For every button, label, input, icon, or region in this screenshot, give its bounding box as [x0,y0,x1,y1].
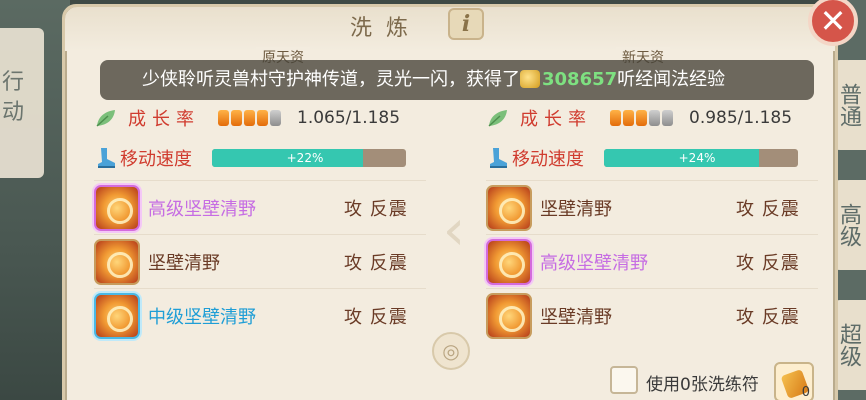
skill-type: 攻 反震 [736,252,800,274]
skill-icon [486,292,532,339]
skill-icon [486,238,532,285]
skill-row[interactable]: 高级坚壁清野 攻 反震 [94,180,426,234]
growth-pip [231,110,242,126]
growth-pip [610,110,621,126]
swirl-icon[interactable]: ◎ [432,332,470,370]
skill-icon [486,184,532,231]
use-scroll-checkbox[interactable] [610,366,638,394]
growth-label: 成长率 [520,109,592,130]
skill-row[interactable]: 坚壁清野 攻 反震 [94,234,426,288]
growth-pip [649,110,660,126]
toast-message: 少侠聆听灵兽村守护神传道，灵光一闪，获得了 308657听经闻法经验 [100,60,814,100]
new-attributes-column: 成长率 0.985/1.185 移动速度 +24% 坚壁清野 攻 反震 高级坚壁… [486,100,818,342]
skill-name: 中级坚壁清野 [148,306,256,328]
skill-name: 坚壁清野 [540,198,612,220]
skill-name: 坚壁清野 [148,252,220,274]
skill-row[interactable]: 坚壁清野 攻 反震 [486,288,818,342]
skill-type: 攻 反震 [736,306,800,328]
growth-pip [244,110,255,126]
growth-value: 0.985/1.185 [689,108,793,128]
toast-suffix: 听经闻法经验 [617,69,726,90]
leaf-icon [96,110,115,127]
boot-icon [98,148,115,168]
speed-label: 移动速度 [120,149,192,170]
skill-name: 高级坚壁清野 [540,252,648,274]
scroll-count: 0 [801,385,810,400]
skill-type: 攻 反震 [344,198,408,220]
skill-type: 攻 反震 [344,252,408,274]
side-tab-normal-label: 普通 [836,83,861,127]
toast-prefix: 少侠聆听灵兽村守护神传道，灵光一闪，获得了 [142,69,520,90]
speed-bar: +24% [604,149,798,167]
side-tab-super-label: 超级 [836,323,861,367]
growth-row: 成长率 0.985/1.185 [486,100,818,136]
info-icon: i [461,11,471,37]
background-left-text: 行动 [2,70,25,125]
growth-value: 1.065/1.185 [297,108,401,128]
original-attributes-column: 成长率 1.065/1.185 移动速度 +22% 高级坚壁清野 攻 反震 坚壁… [94,100,426,342]
skill-name: 坚壁清野 [540,306,612,328]
side-tab-advanced-label: 高级 [836,203,861,247]
use-scroll-label: 使用0张洗练符 [646,375,759,395]
growth-pip [218,110,229,126]
speed-row: 移动速度 +24% [486,136,818,180]
growth-pips [610,110,673,126]
skill-name: 高级坚壁清野 [148,198,256,220]
leaf-icon [488,110,507,127]
growth-row: 成长率 1.065/1.185 [94,100,426,136]
toast-amount: 308657 [542,69,618,90]
skill-row[interactable]: 高级坚壁清野 攻 反震 [486,234,818,288]
background-left-panel: 行动 [0,28,44,178]
speed-percent: +22% [286,151,324,165]
speed-label: 移动速度 [512,149,584,170]
panel-title: 洗炼 [350,16,423,41]
refine-scroll-item[interactable]: 0 [774,362,814,400]
speed-percent: +24% [678,151,716,165]
coin-icon [520,70,540,88]
speed-bar: +22% [212,149,406,167]
growth-pip [270,110,281,126]
skill-icon [94,238,140,285]
chevron-left-icon[interactable]: ‹ [432,196,476,266]
growth-pip [623,110,634,126]
skill-type: 攻 反震 [344,306,408,328]
growth-pip [662,110,673,126]
growth-pips [218,110,281,126]
growth-label: 成长率 [128,109,200,130]
boot-icon [490,148,507,168]
skill-row[interactable]: 坚壁清野 攻 反震 [486,180,818,234]
close-icon: ✕ [819,2,847,40]
skill-icon [94,292,140,339]
speed-row: 移动速度 +22% [94,136,426,180]
skill-icon [94,184,140,231]
growth-pip [257,110,268,126]
growth-pip [636,110,647,126]
info-button[interactable]: i [448,8,484,40]
skill-type: 攻 反震 [736,198,800,220]
skill-row[interactable]: 中级坚壁清野 攻 反震 [94,288,426,342]
